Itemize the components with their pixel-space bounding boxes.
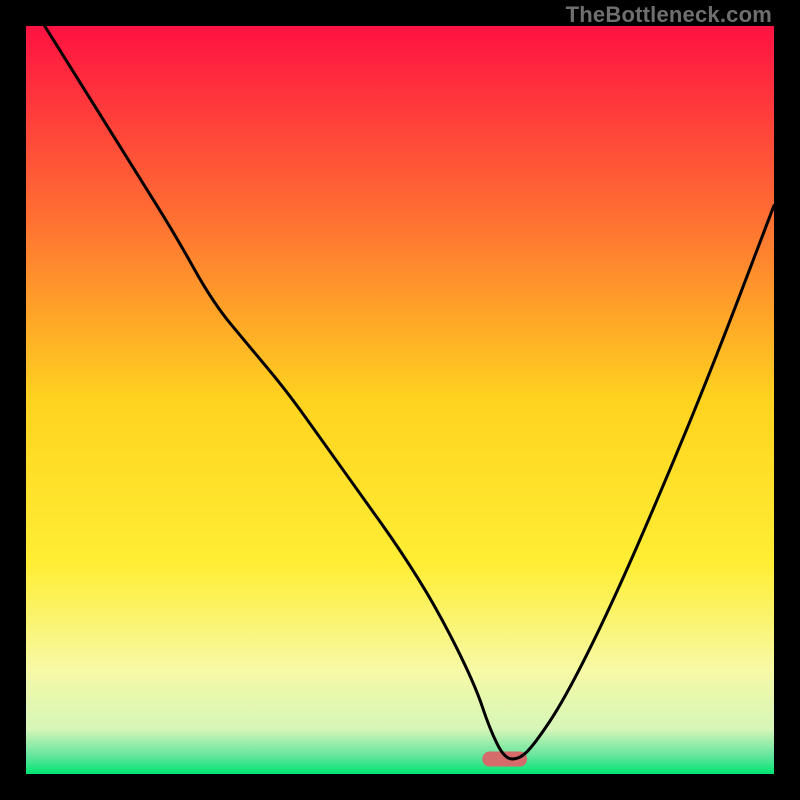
frame: TheBottleneck.com	[0, 0, 800, 800]
chart-plot-area	[26, 26, 774, 774]
chart-svg	[26, 26, 774, 774]
chart-background	[26, 26, 774, 774]
watermark-text: TheBottleneck.com	[566, 2, 772, 28]
